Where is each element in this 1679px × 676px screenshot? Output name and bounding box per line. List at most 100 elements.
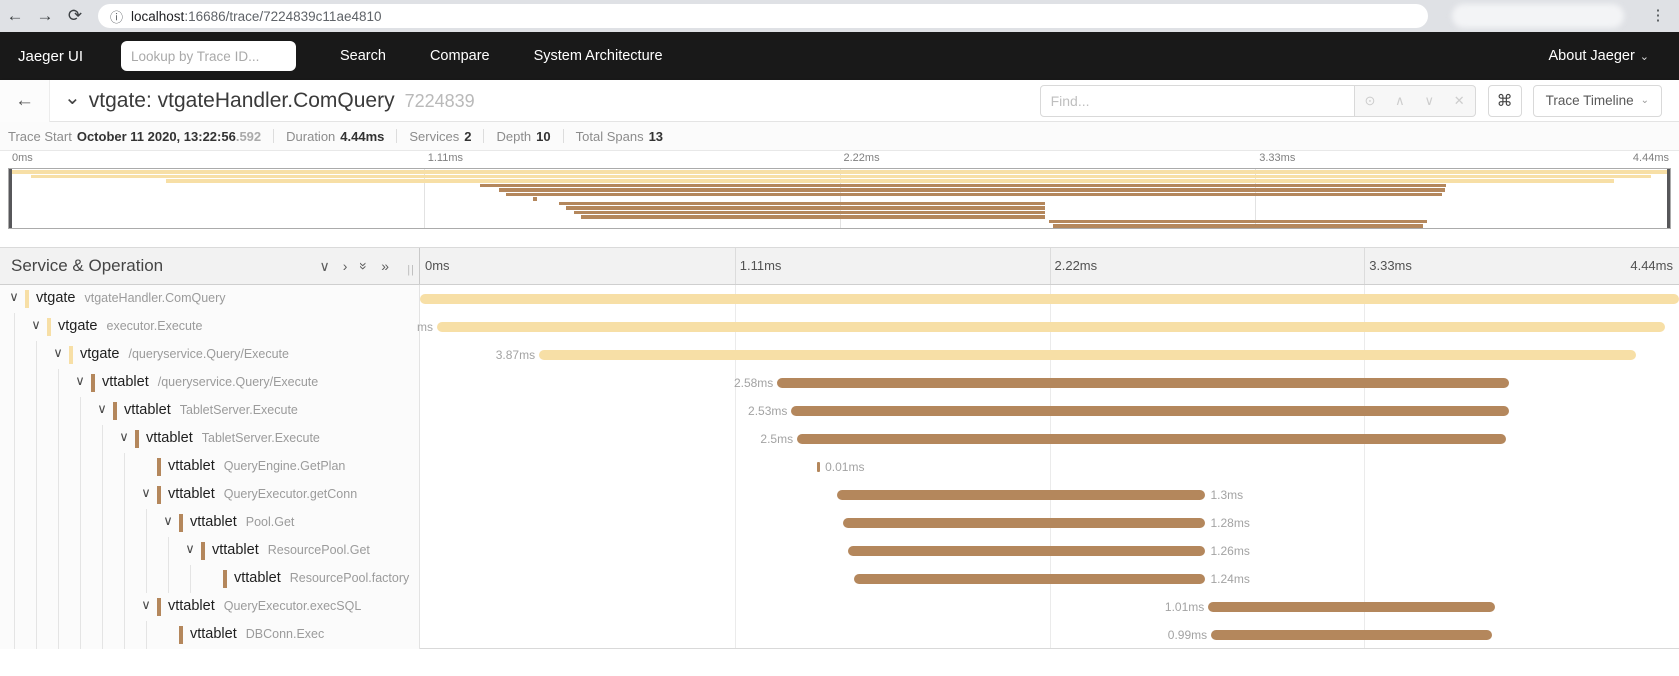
minimap-right-handle[interactable] <box>1667 169 1670 228</box>
span-bar[interactable] <box>1211 630 1492 640</box>
chevron-down-icon[interactable]: ∨ <box>182 541 198 557</box>
browser-menu-icon[interactable]: ⋮ <box>1648 4 1668 28</box>
chevron-down-icon[interactable]: ∨ <box>72 373 88 389</box>
nav-item-search[interactable]: Search <box>340 48 386 64</box>
span-duration-label: 1.24ms <box>1210 565 1249 593</box>
span-row[interactable]: ∨vttablet/queryservice.Query/Execute2.58… <box>0 369 1679 397</box>
span-row[interactable]: vttabletQueryEngine.GetPlan0.01ms <box>0 453 1679 481</box>
service-operation-title: Service & Operation <box>11 256 163 276</box>
span-row[interactable]: ∨vtgate/queryservice.Query/Execute3.87ms <box>0 341 1679 369</box>
chevron-down-icon[interactable]: ∨ <box>138 485 154 501</box>
span-row[interactable]: ∨vttabletQueryExecutor.execSQL1.01ms <box>0 593 1679 621</box>
collapse-trace-chevron-icon[interactable]: ⌄ <box>64 85 81 110</box>
column-resize-grip[interactable]: || <box>407 264 415 276</box>
span-operation-name: DBConn.Exec <box>246 627 325 641</box>
span-row[interactable]: vttabletResourcePool.factory1.24ms <box>0 565 1679 593</box>
span-bar[interactable] <box>837 490 1206 500</box>
summary-item: Services2 <box>409 129 471 144</box>
address-bar[interactable]: ⓘ localhost:16686/trace/7224839c11ae4810 <box>98 4 1428 28</box>
span-row[interactable]: ∨vttabletTabletServer.Execute2.53ms <box>0 397 1679 425</box>
chevron-down-icon[interactable]: ∨ <box>28 317 44 333</box>
span-operation-name: Pool.Get <box>246 515 295 529</box>
expand-one-icon[interactable]: › <box>343 259 348 273</box>
chevron-down-icon[interactable]: ∨ <box>50 345 66 361</box>
chevron-down-icon[interactable]: ∨ <box>138 597 154 613</box>
span-row[interactable]: ∨vttabletQueryExecutor.getConn1.3ms <box>0 481 1679 509</box>
span-bar[interactable] <box>854 574 1206 584</box>
tree-indent-guide <box>36 565 37 593</box>
span-timeline-cell: 3.87ms <box>420 341 1679 369</box>
tree-indent-guide <box>102 425 103 453</box>
span-duration-label: 1.28ms <box>1210 509 1249 537</box>
back-button[interactable]: ← <box>0 80 50 122</box>
trace-lookup-input[interactable] <box>121 41 296 71</box>
expand-all-icon[interactable]: » <box>381 259 389 273</box>
span-name-cell: vttabletQueryEngine.GetPlan <box>0 453 420 481</box>
tree-indent-guide <box>36 453 37 481</box>
span-name-cell: ∨vttabletPool.Get <box>0 509 420 537</box>
browser-forward-icon[interactable]: → <box>30 6 60 26</box>
find-input[interactable] <box>1040 85 1355 117</box>
summary-item: Duration4.44ms <box>286 129 384 144</box>
summary-value: 2 <box>464 129 471 144</box>
tree-indent-guide <box>80 397 81 425</box>
span-duration-label: 1.26ms <box>1210 537 1249 565</box>
tree-indent-guide <box>14 453 15 481</box>
span-row[interactable]: ∨vttabletTabletServer.Execute2.5ms <box>0 425 1679 453</box>
span-timeline-cell: 1.28ms <box>420 509 1679 537</box>
tree-indent-guide <box>14 341 15 369</box>
browser-back-icon[interactable]: ← <box>0 6 30 26</box>
minimap-span-bar <box>566 206 1045 210</box>
tree-indent-guide <box>36 593 37 621</box>
collapse-all-icon[interactable]: » <box>357 262 371 270</box>
minimap-left-handle[interactable] <box>9 169 12 228</box>
summary-item: Depth10 <box>496 129 550 144</box>
span-bar[interactable] <box>777 378 1509 388</box>
minimap-span-bar <box>166 179 1614 183</box>
jaeger-brand[interactable]: Jaeger UI <box>18 48 103 65</box>
chevron-down-icon[interactable]: ∨ <box>94 401 110 417</box>
span-bar[interactable] <box>843 518 1206 528</box>
prev-match-icon[interactable]: ∧ <box>1395 93 1405 109</box>
minimap-ruler: 0ms1.11ms2.22ms3.33ms4.44ms <box>8 151 1671 168</box>
span-row[interactable]: ∨vttabletResourcePool.Get1.26ms <box>0 537 1679 565</box>
collapse-one-icon[interactable]: ∨ <box>319 259 329 273</box>
span-bar[interactable] <box>791 406 1508 416</box>
span-bar[interactable] <box>797 434 1506 444</box>
summary-label: Trace Start <box>8 129 72 144</box>
tree-indent-guide <box>102 537 103 565</box>
site-info-icon[interactable]: ⓘ <box>110 7 123 26</box>
next-match-icon[interactable]: ∨ <box>1424 93 1434 109</box>
span-bar[interactable] <box>848 546 1205 556</box>
nav-item-system-architecture[interactable]: System Architecture <box>534 48 663 64</box>
tree-indent-guide <box>146 565 147 593</box>
span-bar[interactable] <box>1208 602 1494 612</box>
span-row[interactable]: ∨vtgatevtgateHandler.ComQuery <box>0 285 1679 313</box>
span-bar[interactable] <box>420 294 1679 304</box>
tree-indent-guide <box>102 593 103 621</box>
tree-indent-guide <box>124 509 125 537</box>
span-bar[interactable] <box>437 322 1665 332</box>
trace-view-selector[interactable]: Trace Timeline⌄ <box>1533 85 1662 117</box>
span-row[interactable]: vttabletDBConn.Exec0.99ms <box>0 621 1679 649</box>
span-row[interactable]: ∨vttabletPool.Get 1.28ms <box>0 509 1679 537</box>
browser-reload-icon[interactable]: ⟳ <box>60 6 90 26</box>
chevron-down-icon[interactable]: ∨ <box>6 289 22 305</box>
span-bar[interactable] <box>817 462 820 472</box>
nav-item-compare[interactable]: Compare <box>430 48 490 64</box>
span-service-name: vttabletQueryEngine.GetPlan <box>168 458 345 474</box>
keyboard-shortcuts-button[interactable]: ⌘ <box>1488 85 1522 117</box>
span-name-cell: ∨vtgate/queryservice.Query/Execute <box>0 341 420 369</box>
span-operation-name: executor.Execute <box>107 319 203 333</box>
trace-minimap[interactable] <box>8 168 1671 229</box>
span-row[interactable]: ∨vtgateexecutor.Executems <box>0 313 1679 341</box>
span-bar[interactable] <box>539 350 1636 360</box>
tree-indent-guide <box>168 537 169 565</box>
span-service-name: vttablet/queryservice.Query/Execute <box>102 374 318 390</box>
span-duration-label: 1.01ms <box>1165 593 1204 621</box>
focus-match-icon[interactable]: ⊙ <box>1364 93 1375 109</box>
chevron-down-icon[interactable]: ∨ <box>116 429 132 445</box>
clear-search-icon[interactable]: ✕ <box>1454 93 1465 109</box>
about-jaeger-menu[interactable]: About Jaeger⌄ <box>1549 48 1649 64</box>
chevron-down-icon[interactable]: ∨ <box>160 513 176 529</box>
